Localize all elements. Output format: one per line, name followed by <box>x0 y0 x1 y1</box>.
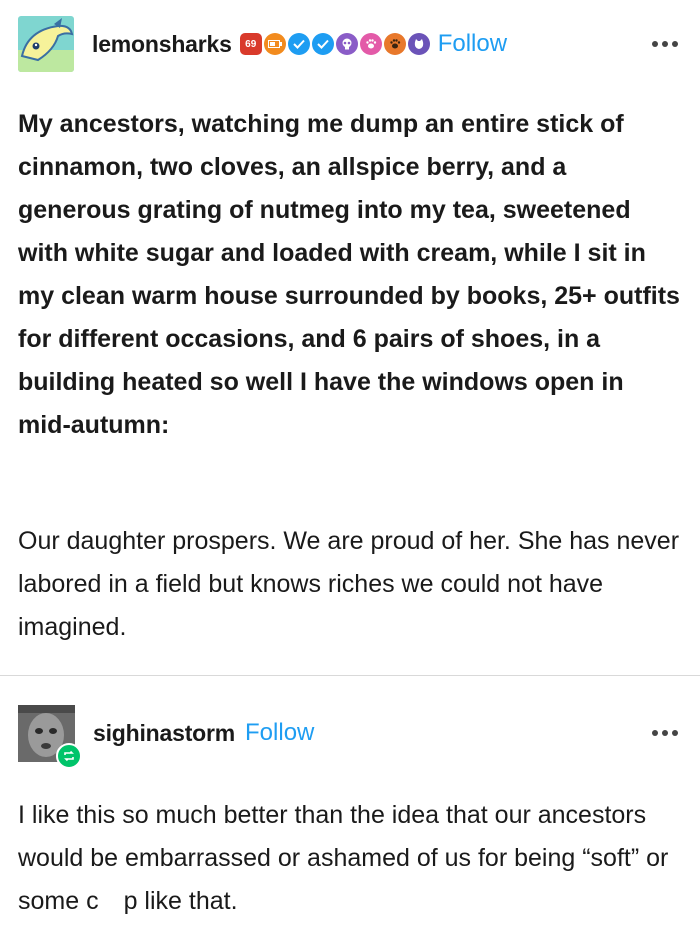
reblog-text: I like this so much better than the idea… <box>18 801 669 915</box>
verified-check-icon[interactable] <box>311 33 334 55</box>
paw-orange-badge-icon[interactable] <box>383 33 406 55</box>
avatar[interactable] <box>18 16 74 72</box>
more-options-icon[interactable] <box>648 41 678 47</box>
avatar[interactable] <box>18 704 82 769</box>
more-options-icon[interactable] <box>648 730 678 736</box>
paw-pink-badge-icon[interactable] <box>359 33 382 55</box>
reblog-header: sighinastorm Follow <box>18 703 682 769</box>
username[interactable]: sighinastorm <box>93 720 235 747</box>
post-header: lemonsharks 69 Follow <box>18 16 682 72</box>
red-shield-badge-icon[interactable]: 69 <box>239 33 262 55</box>
badge-list: 69 <box>239 33 432 55</box>
follow-button[interactable]: Follow <box>438 30 507 58</box>
follow-button[interactable]: Follow <box>245 719 314 747</box>
post-bold-text: My ancestors, watching me dump an entire… <box>18 110 680 439</box>
reblog-post: sighinastorm Follow I like this so much … <box>0 676 700 945</box>
username[interactable]: lemonsharks <box>92 31 232 58</box>
original-post: lemonsharks 69 Follow My ancestors, watc… <box>0 0 700 676</box>
orange-battery-badge-icon[interactable] <box>263 33 286 55</box>
post-plain-text: Our daughter prospers. We are proud of h… <box>18 527 680 641</box>
skull-badge-icon[interactable] <box>335 33 358 55</box>
cat-badge-icon[interactable] <box>407 33 430 55</box>
reblog-icon <box>56 742 82 769</box>
verified-check-icon[interactable] <box>287 33 310 55</box>
